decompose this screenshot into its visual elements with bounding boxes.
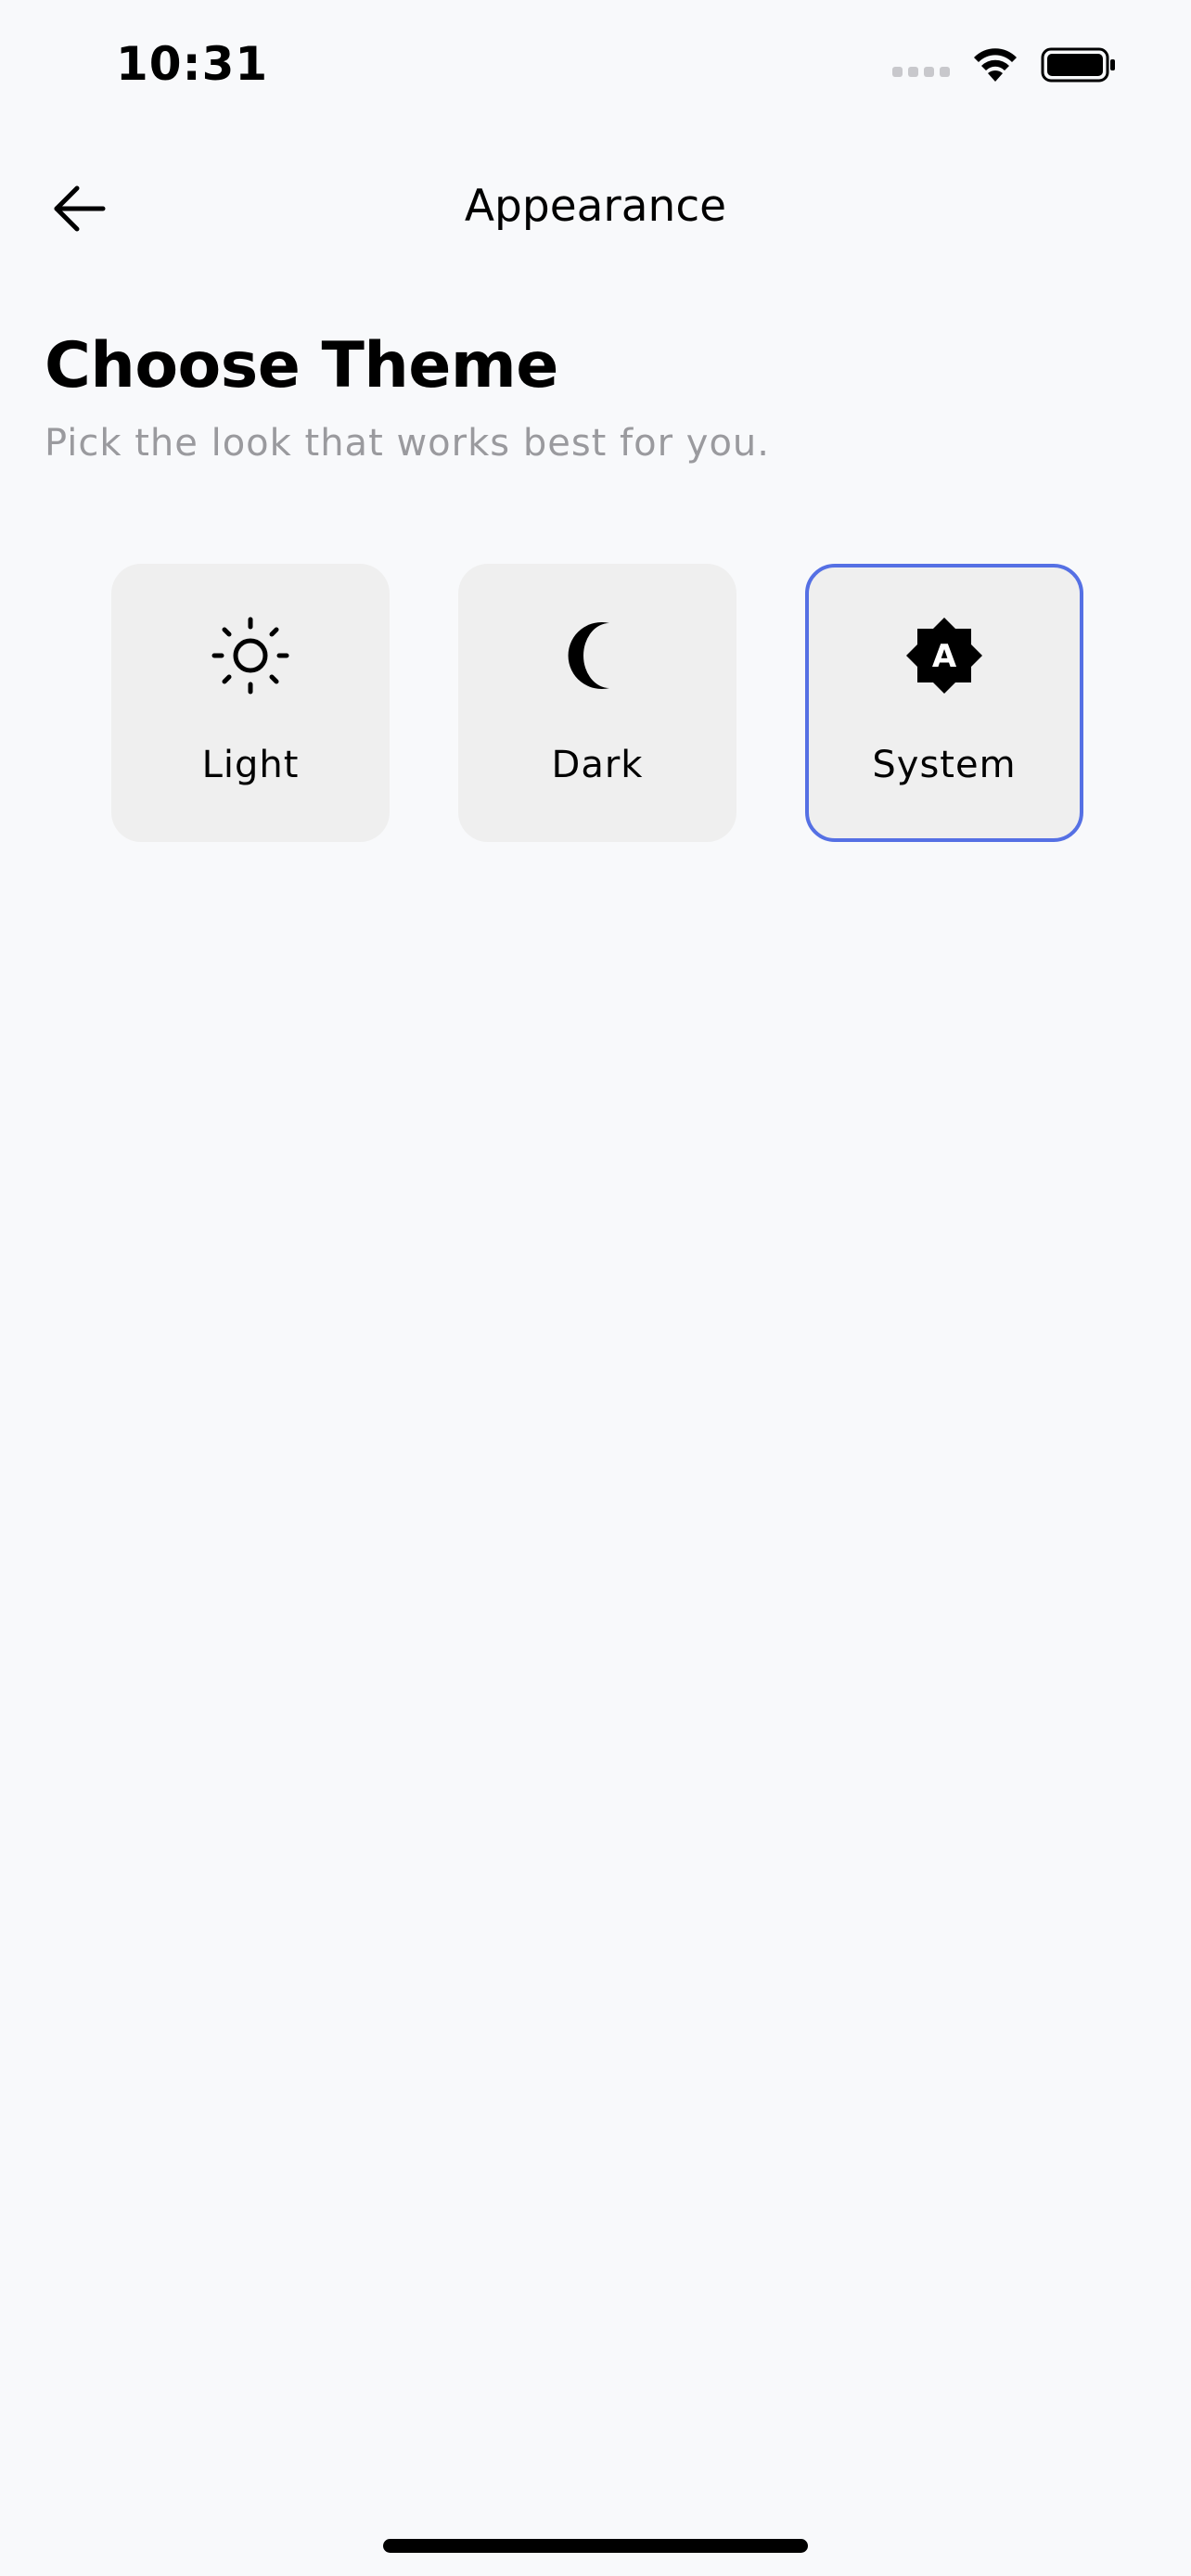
theme-option-system[interactable]: A System xyxy=(805,564,1083,842)
brightness-auto-letter: A xyxy=(932,638,957,675)
theme-option-light[interactable]: Light xyxy=(111,564,390,842)
moon-icon xyxy=(556,614,639,697)
battery-icon xyxy=(1041,47,1115,83)
theme-options: Light Dark A System xyxy=(111,564,1083,842)
status-bar: 10:31 xyxy=(0,0,1191,139)
theme-option-label: System xyxy=(872,744,1017,786)
theme-option-dark[interactable]: Dark xyxy=(458,564,736,842)
theme-option-label: Light xyxy=(201,744,300,786)
page-title: Appearance xyxy=(464,181,727,232)
navigation-bar: Appearance xyxy=(0,158,1191,260)
brightness-auto-icon: A xyxy=(903,614,986,697)
theme-option-label: Dark xyxy=(551,744,644,786)
wifi-icon xyxy=(974,48,1017,82)
section-heading: Choose Theme xyxy=(45,329,558,402)
cellular-signal-icon xyxy=(892,66,950,77)
sun-icon xyxy=(209,614,292,697)
section-subtitle: Pick the look that works best for you. xyxy=(45,422,770,465)
status-time: 10:31 xyxy=(116,37,269,91)
home-indicator xyxy=(383,2539,808,2553)
status-icons xyxy=(892,46,1117,83)
